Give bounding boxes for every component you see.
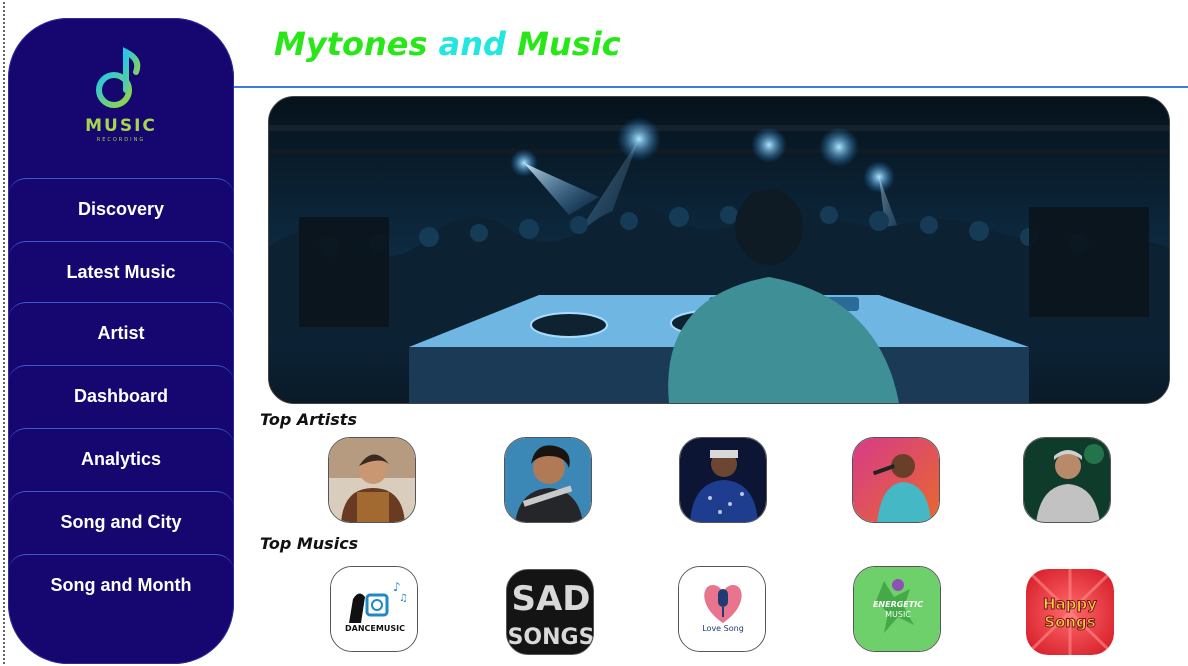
energetic-music-artwork: ENERGETIC MUSIC <box>854 567 940 651</box>
music-card-happy-songs[interactable]: Happy Songs <box>1026 569 1114 655</box>
sidebar-item-latest-music[interactable]: Latest Music <box>8 241 234 303</box>
happy-songs-label-line2: Songs <box>1044 613 1096 631</box>
sidebar-item-dashboard[interactable]: Dashboard <box>8 365 234 427</box>
title-word-and: and <box>438 25 506 63</box>
happy-songs-artwork: Happy Songs <box>1026 569 1114 655</box>
page-title: Mytones and Music <box>274 22 621 66</box>
sidebar-item-label: Latest Music <box>66 262 176 282</box>
music-card-dance-music[interactable]: ♪ ♫ DANCEMUSIC <box>330 566 418 652</box>
artist-card-3[interactable] <box>679 437 767 523</box>
title-word-music: Music <box>517 25 621 63</box>
sidebar-item-discovery[interactable]: Discovery <box>8 178 234 240</box>
love-song-label: Love Song <box>702 624 744 633</box>
sidebar-item-label: Dashboard <box>73 386 169 406</box>
svg-text:♪: ♪ <box>393 580 401 594</box>
sidebar-item-label: Song and Month <box>50 575 192 595</box>
sidebar-item-label: Discovery <box>77 199 165 219</box>
artist-card-2[interactable] <box>504 437 592 523</box>
sidebar-item-song-and-month[interactable]: Song and Month <box>8 554 234 616</box>
artist-4-photo <box>853 438 939 522</box>
app-logo[interactable]: MUSIC RECORDING <box>8 46 234 176</box>
logo-text: MUSIC <box>85 116 157 136</box>
artist-card-5[interactable] <box>1023 437 1111 523</box>
header: Mytones and Music <box>234 0 1188 88</box>
top-musics-heading: Top Musics <box>260 534 359 553</box>
sidebar-item-label: Artist <box>97 323 145 343</box>
sidebar-item-song-and-city[interactable]: Song and City <box>8 491 234 553</box>
music-card-sad-songs[interactable]: SAD SONGS <box>506 569 594 655</box>
logo-subtext: RECORDING <box>96 137 146 143</box>
happy-songs-label-line1: Happy <box>1043 595 1097 613</box>
svg-text:♫: ♫ <box>399 593 408 604</box>
hero-banner-image <box>268 96 1170 404</box>
artist-1-photo <box>329 438 415 522</box>
sad-songs-label-line2: SONGS <box>508 625 594 650</box>
concert-dj-illustration <box>269 97 1169 403</box>
artist-card-4[interactable] <box>852 437 940 523</box>
artist-3-photo <box>680 438 766 522</box>
title-word-mytones: Mytones <box>274 25 428 63</box>
sidebar: MUSIC RECORDING Discovery Latest Music A… <box>8 18 234 664</box>
music-card-energetic-music[interactable]: ENERGETIC MUSIC <box>853 566 941 652</box>
sidebar-item-label: Analytics <box>80 449 162 469</box>
energetic-music-label-line1: ENERGETIC <box>873 600 923 609</box>
artist-2-photo <box>505 438 591 522</box>
dance-music-label: DANCEMUSIC <box>345 624 405 633</box>
artist-card-1[interactable] <box>328 437 416 523</box>
sidebar-item-label: Song and City <box>60 512 182 532</box>
music-card-love-song[interactable]: Love Song <box>678 566 766 652</box>
sad-songs-artwork: SAD SONGS <box>507 570 594 654</box>
music-note-icon <box>96 47 141 108</box>
energetic-music-label-line2: MUSIC <box>885 610 911 619</box>
sidebar-item-artist[interactable]: Artist <box>8 302 234 364</box>
artist-5-photo <box>1024 438 1110 522</box>
sidebar-item-analytics[interactable]: Analytics <box>8 428 234 490</box>
top-artists-heading: Top Artists <box>260 410 357 429</box>
love-song-artwork: Love Song <box>679 567 765 651</box>
sad-songs-label-line1: SAD <box>511 579 590 619</box>
dance-music-artwork: ♪ ♫ DANCEMUSIC <box>331 567 417 651</box>
